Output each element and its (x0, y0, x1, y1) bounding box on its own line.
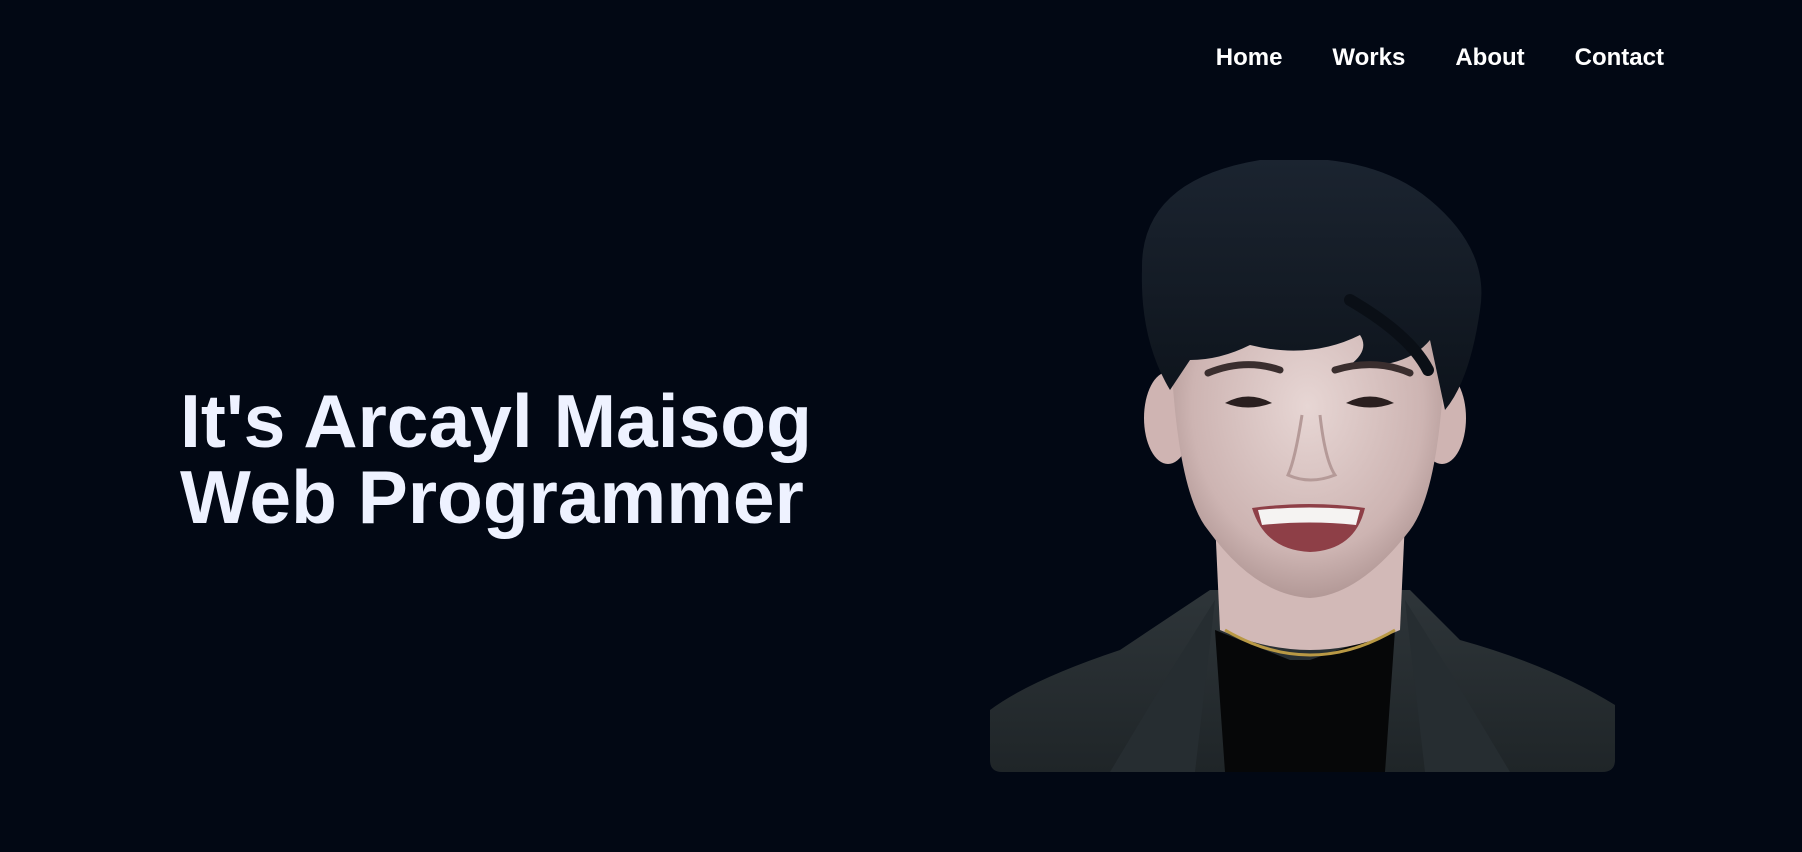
top-navigation: Home Works About Contact (1216, 42, 1664, 74)
hero-heading: It's Arcayl Maisog Web Programmer (180, 383, 812, 535)
nav-link-home[interactable]: Home (1216, 42, 1283, 74)
nav-link-contact[interactable]: Contact (1575, 42, 1664, 74)
person-portrait-icon (990, 160, 1615, 772)
nav-link-works[interactable]: Works (1332, 42, 1405, 74)
nav-link-about[interactable]: About (1455, 42, 1524, 74)
profile-portrait (990, 160, 1615, 772)
hero-name-line: It's Arcayl Maisog (180, 379, 812, 463)
hero-role-line: Web Programmer (180, 455, 804, 539)
